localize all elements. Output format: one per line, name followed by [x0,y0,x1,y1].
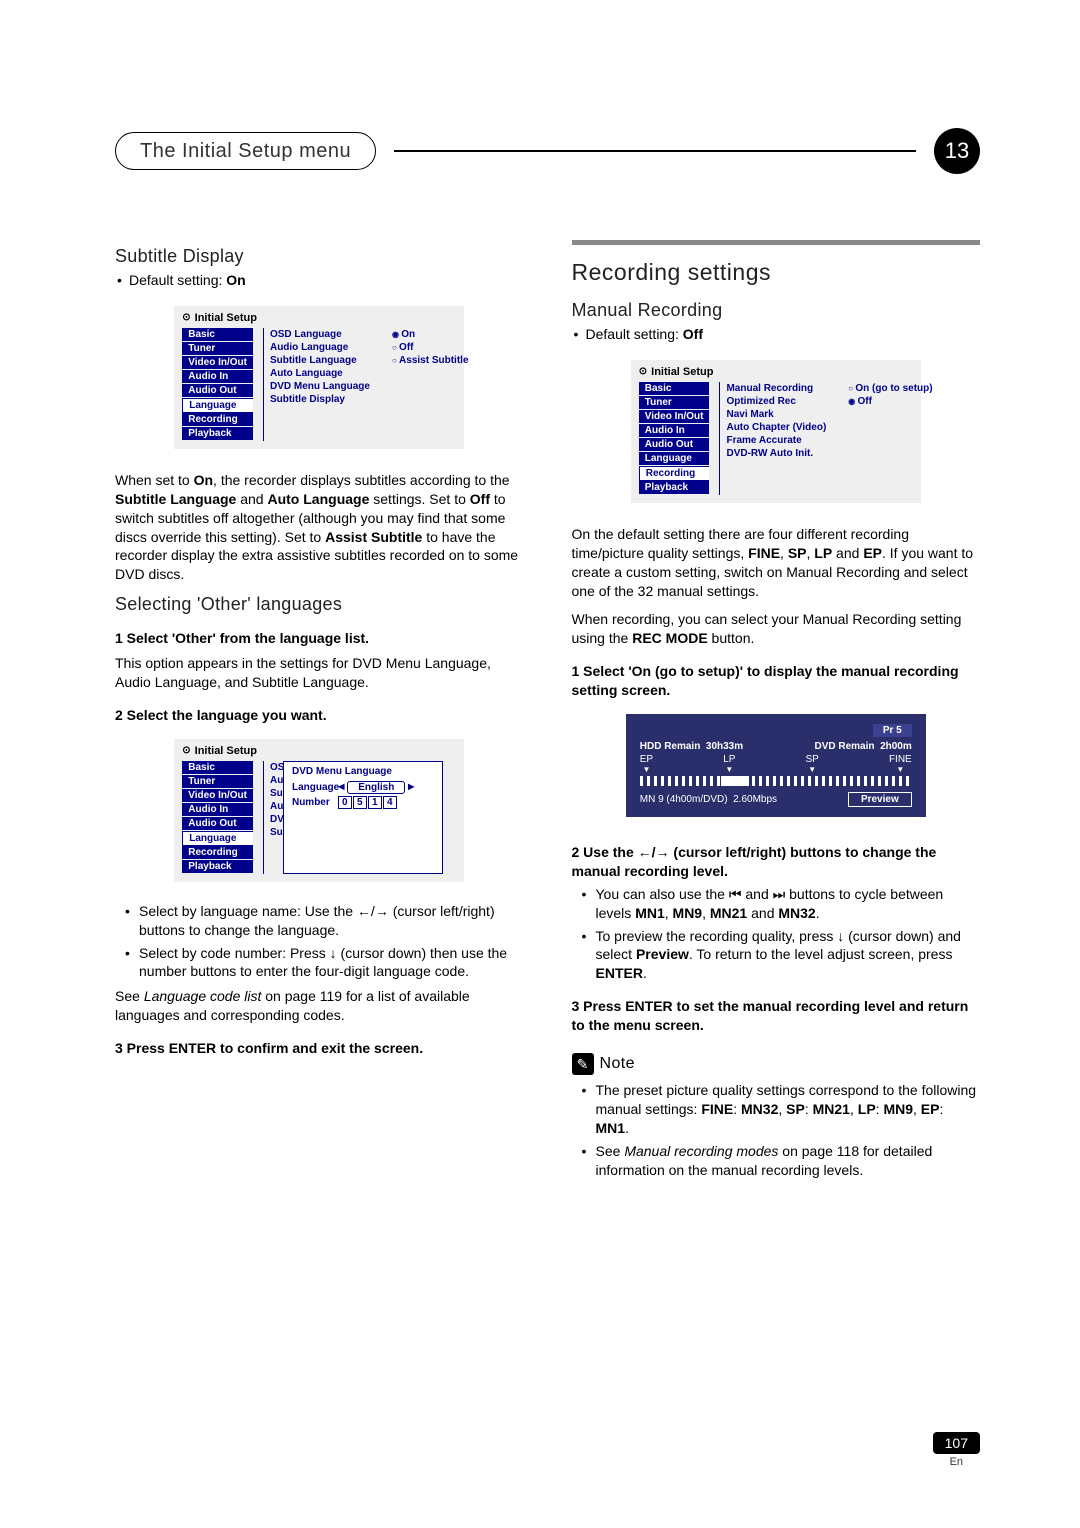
osd-other-language: Initial Setup BasicTuner Video In/OutAud… [174,739,464,882]
heading-subtitle-display: Subtitle Display [115,246,524,267]
step-2: 2 Use the ←/→ (cursor left/right) button… [572,843,981,881]
default-setting-line: Default setting: On [115,271,524,290]
osd-manual-recording: Initial Setup BasicTuner Video In/OutAud… [631,360,921,503]
osd-nav: BasicTuner Video In/OutAudio In Audio Ou… [182,761,257,874]
page-number: 107 [933,1432,980,1454]
step-1: 1 Select 'Other' from the language list. [115,629,524,648]
step-1-text: This option appears in the settings for … [115,654,524,692]
step-2-list: You can also use the ⏮ and ⏭ buttons to … [572,885,981,983]
list-item: See Manual recording modes on page 118 f… [596,1142,981,1180]
osd-settings-list: OSD LanguageAudio Language Subtitle Lang… [263,328,376,441]
note-header: ✎ Note [572,1053,981,1075]
see-language-list: See Language code list on page 119 for a… [115,987,524,1025]
note-label: Note [600,1055,635,1073]
note-list: The preset picture quality settings corr… [572,1081,981,1179]
preview-button: Preview [848,792,912,807]
note-icon: ✎ [572,1053,594,1075]
chapter-number-badge: 13 [934,128,980,174]
osd-title: Initial Setup [182,312,456,324]
chapter-title: The Initial Setup menu [115,132,376,170]
chapter-header: The Initial Setup menu 13 [115,128,980,174]
list-item: Select by language name: Use the ←/→ (cu… [139,902,524,940]
osd-language-popup: DVD Menu Language Language English Numbe… [283,761,443,874]
left-column: Subtitle Display Default setting: On Ini… [115,240,524,1183]
osd-nav: BasicTuner Video In/OutAudio In Audio Ou… [182,328,257,441]
osd-settings-list: Manual RecordingOptimized Rec Navi MarkA… [719,382,832,495]
osd-options: On (go to setup) Off [838,382,936,495]
heading-other-languages: Selecting 'Other' languages [115,594,524,615]
list-item: Select by code number: Press ↓ (cursor d… [139,944,524,982]
page-footer: 107 En [933,1432,980,1468]
mr-paragraph-1: On the default setting there are four di… [572,525,981,601]
list-item: To preview the recording quality, press … [596,927,981,984]
page-lang: En [933,1456,980,1468]
osd-subtitle-display: Initial Setup BasicTuner Video In/OutAud… [174,306,464,449]
lang-select-methods: Select by language name: Use the ←/→ (cu… [115,902,524,982]
step-2: 2 Select the language you want. [115,706,524,725]
level-bar [640,776,912,786]
osd-title: Initial Setup [639,366,913,378]
heading-manual-recording: Manual Recording [572,300,981,321]
mr-paragraph-2: When recording, you can select your Manu… [572,610,981,648]
right-column: Recording settings Manual Recording Defa… [572,240,981,1183]
osd-options: On Off Assist Subtitle [382,328,473,441]
step-1: 1 Select 'On (go to setup)' to display t… [572,662,981,700]
osd-title: Initial Setup [182,745,456,757]
osd-nav: BasicTuner Video In/OutAudio In Audio Ou… [639,382,714,495]
list-item: The preset picture quality settings corr… [596,1081,981,1138]
step-3: 3 Press ENTER to confirm and exit the sc… [115,1039,524,1058]
manual-recording-panel: Pr 5 HDD Remain 30h33m DVD Remain 2h00m … [626,714,926,817]
pr-badge: Pr 5 [873,724,912,737]
section-recording-settings: Recording settings [572,240,981,286]
chapter-rule [394,150,916,152]
step-3: 3 Press ENTER to set the manual recordin… [572,997,981,1035]
subtitle-paragraph: When set to On, the recorder displays su… [115,471,524,584]
list-item: You can also use the ⏮ and ⏭ buttons to … [596,885,981,923]
default-setting-line: Default setting: Off [572,325,981,344]
quality-marks: EPLP SPFINE [640,754,912,774]
